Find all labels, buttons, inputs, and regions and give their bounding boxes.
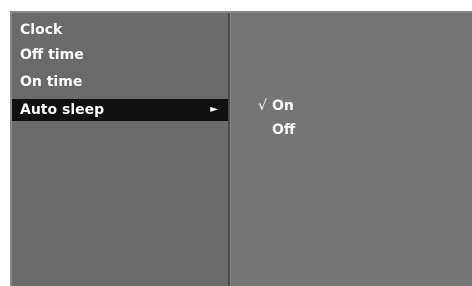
option-off[interactable]: Off xyxy=(258,120,295,140)
menu-item-label: On time xyxy=(20,74,83,90)
menu-item-on-time[interactable]: On time xyxy=(12,71,228,93)
checkmark-icon: √ xyxy=(258,98,267,114)
submenu: √ On Off xyxy=(232,13,472,286)
option-label: Off xyxy=(272,122,296,138)
pane-divider xyxy=(228,13,231,286)
option-label: On xyxy=(272,98,294,114)
menu-item-auto-sleep[interactable]: Auto sleep ► xyxy=(12,99,228,121)
menu-item-label: Auto sleep xyxy=(20,102,105,118)
main-menu: Clock Off time On time Auto sleep ► xyxy=(12,13,228,286)
menu-item-label: Clock xyxy=(20,22,63,38)
osd-menu: Clock Off time On time Auto sleep ► √ On … xyxy=(10,11,472,286)
option-on[interactable]: √ On xyxy=(258,96,294,116)
arrow-right-icon: ► xyxy=(210,104,218,115)
menu-item-off-time[interactable]: Off time xyxy=(12,44,228,66)
menu-item-label: Off time xyxy=(20,47,84,63)
menu-item-clock[interactable]: Clock xyxy=(12,19,228,41)
